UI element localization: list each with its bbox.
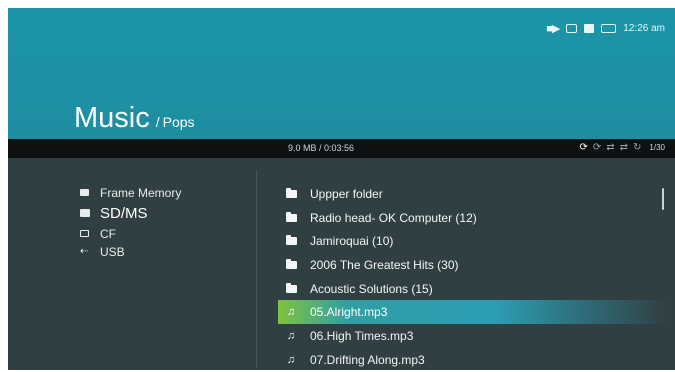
repeat-all-icon[interactable]: ⟳	[579, 142, 587, 153]
panel-divider	[256, 170, 257, 368]
music-browser-screen: ■▶ 12:26 am Music / Pops 9.0 MB / 0:03:56 …	[8, 8, 675, 370]
music-note-icon: ♫	[286, 306, 296, 319]
file-label: 2006 The Greatest Hits (30)	[310, 257, 459, 272]
cf-card-icon	[80, 230, 96, 237]
status-bar: ■▶ 12:26 am	[546, 22, 665, 35]
browser-panel: Frame Memory SD/MS CF ⇠ USB Uppper folde…	[8, 158, 675, 370]
source-sd-ms[interactable]: SD/MS	[80, 202, 181, 224]
sd-card-status-icon	[584, 24, 595, 33]
folder-icon	[285, 211, 297, 222]
list-item-upper-folder[interactable]: Uppper folder	[278, 182, 668, 206]
list-item-selected-track[interactable]: ♫ 05.Alright.mp3	[278, 300, 668, 325]
track-count: 1/30	[649, 143, 665, 152]
file-label: 06.High Times.mp3	[310, 328, 414, 343]
page-title: Music / Pops	[74, 102, 195, 135]
sd-card-icon	[80, 209, 96, 217]
repeat-off-icon[interactable]: ↻	[633, 142, 641, 153]
repeat-one-icon[interactable]: ⟳	[593, 142, 601, 153]
file-label: Acoustic Solutions (15)	[310, 281, 433, 296]
file-label: Uppper folder	[310, 186, 383, 201]
folder-icon	[285, 235, 297, 246]
music-note-icon: ♫	[286, 329, 296, 342]
file-info: 9.0 MB / 0:03:56	[288, 143, 355, 153]
source-cf[interactable]: CF	[80, 225, 181, 242]
frame-memory-icon	[80, 189, 96, 196]
playback-mode-icons: ⟳ ⟳ ⇄ ⇄ ↻ 1/30	[579, 142, 665, 153]
shuffle-icon[interactable]: ⇄	[606, 142, 614, 153]
file-label: Radio head- OK Computer (12)	[310, 210, 477, 225]
source-label: CF	[100, 226, 116, 241]
battery-icon	[601, 24, 617, 33]
list-item-folder[interactable]: 2006 The Greatest Hits (30)	[278, 253, 668, 277]
scrollbar[interactable]	[662, 188, 664, 210]
source-usb[interactable]: ⇠ USB	[80, 243, 181, 260]
usb-icon: ⇠	[80, 246, 89, 257]
usb-status-icon	[566, 24, 578, 33]
list-item-track[interactable]: ♫ 06.High Times.mp3	[278, 324, 668, 348]
file-list: Uppper folder Radio head- OK Computer (1…	[278, 182, 668, 370]
breadcrumb-folder: Pops	[162, 114, 195, 130]
clock: 12:26 am	[623, 23, 665, 34]
source-frame-memory[interactable]: Frame Memory	[80, 184, 181, 201]
folder-icon	[285, 282, 297, 293]
file-label: Jamiroquai (10)	[310, 234, 394, 249]
source-label: Frame Memory	[100, 185, 182, 200]
source-label: SD/MS	[100, 204, 148, 222]
shuffle-repeat-icon[interactable]: ⇄	[620, 142, 628, 153]
file-label: 05.Alright.mp3	[310, 305, 388, 320]
list-item-folder[interactable]: Radio head- OK Computer (12)	[278, 206, 668, 230]
source-list: Frame Memory SD/MS CF ⇠ USB	[80, 184, 181, 261]
header: ■▶ 12:26 am Music / Pops	[8, 8, 675, 139]
title-main: Music	[74, 102, 150, 134]
file-label: 07.Drifting Along.mp3	[310, 352, 425, 367]
upper-folder-icon	[285, 187, 297, 198]
list-item-folder[interactable]: Acoustic Solutions (15)	[278, 277, 668, 301]
list-item-track[interactable]: ♫ 07.Drifting Along.mp3	[278, 348, 668, 370]
memory-card-status-icon: ■▶	[546, 23, 560, 35]
breadcrumb-separator: /	[155, 114, 160, 130]
list-item-folder[interactable]: Jamiroquai (10)	[278, 229, 668, 253]
source-label: USB	[100, 244, 125, 259]
music-note-icon: ♫	[286, 353, 296, 366]
info-bar: 9.0 MB / 0:03:56 ⟳ ⟳ ⇄ ⇄ ↻ 1/30	[8, 139, 675, 158]
folder-icon	[285, 258, 297, 269]
